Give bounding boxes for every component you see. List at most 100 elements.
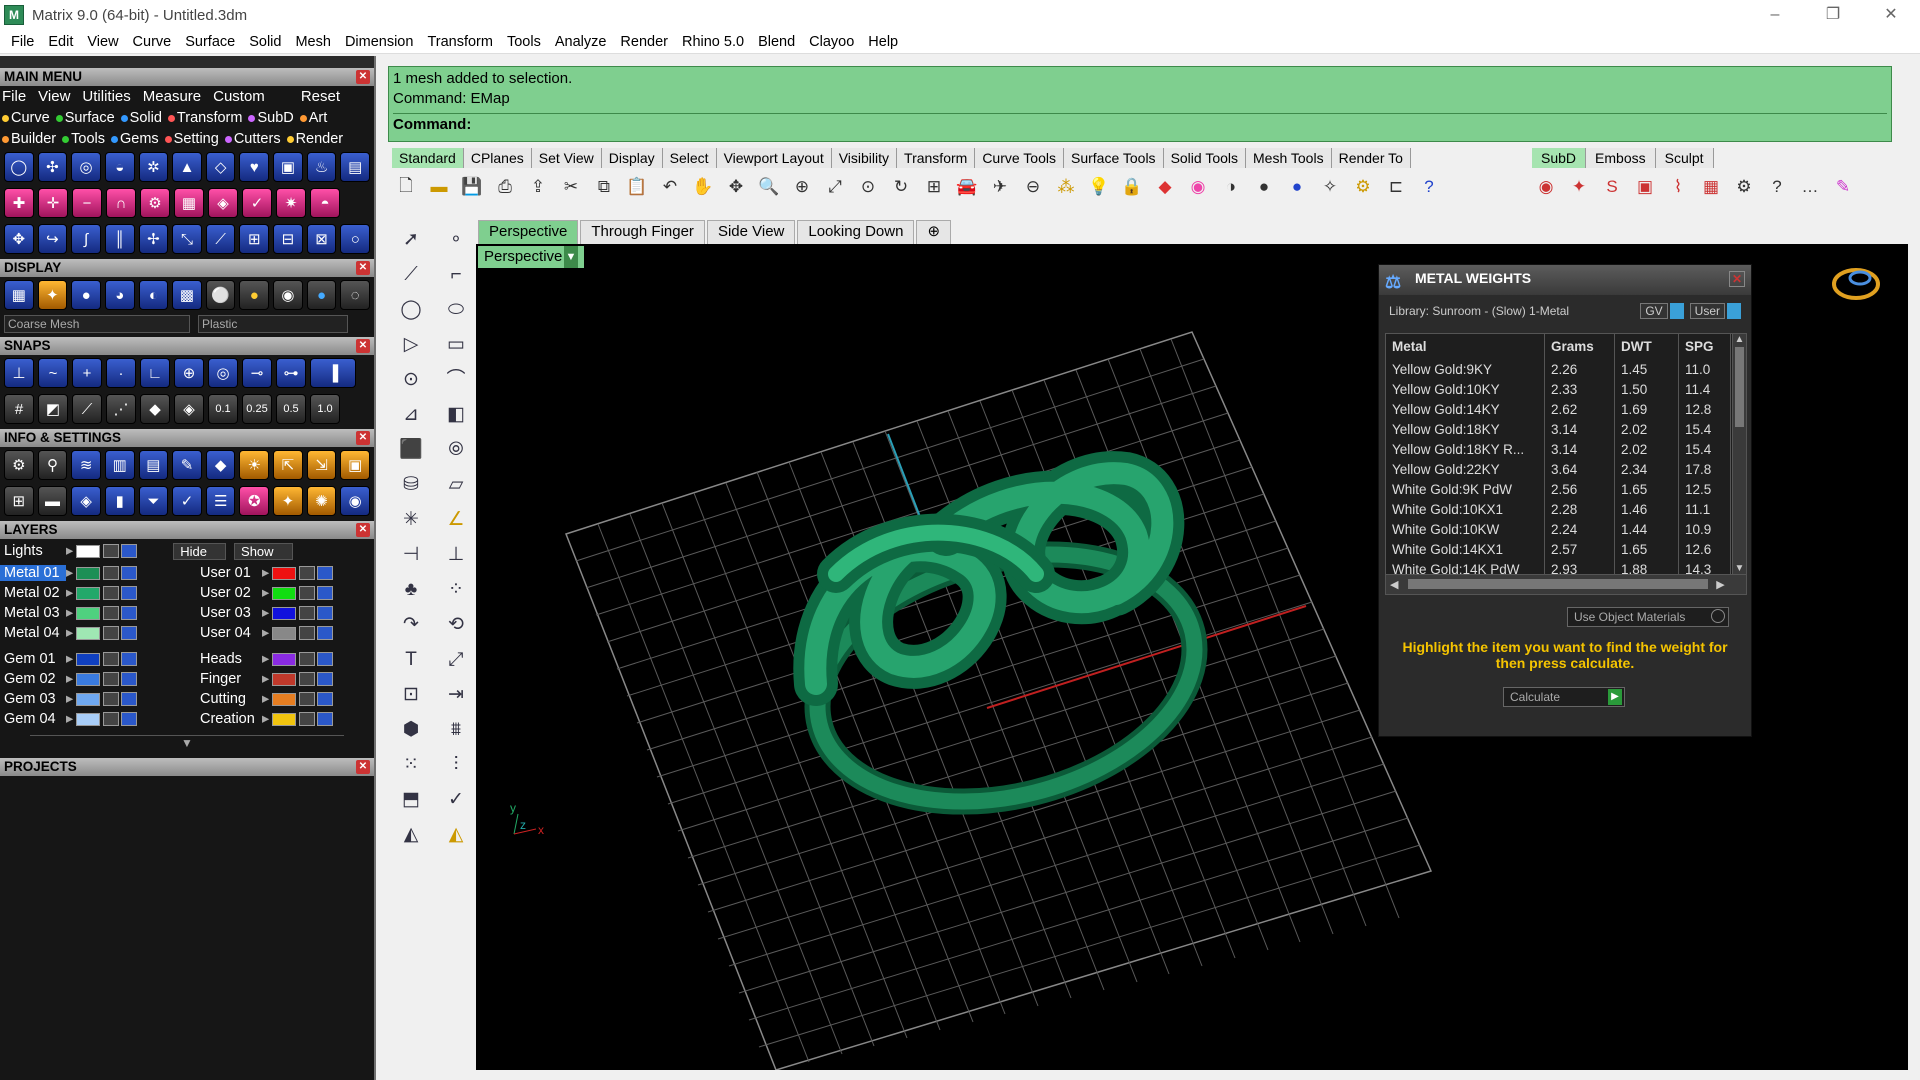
layer-row[interactable]: Creation ▸	[186, 709, 372, 729]
picture-icon[interactable]: ▣	[340, 450, 371, 480]
mm-render[interactable]: Render	[286, 131, 343, 147]
subd-crease-icon[interactable]: S	[1598, 173, 1626, 201]
close-icon[interactable]: ✕	[356, 760, 370, 774]
mm-view[interactable]: View	[38, 88, 70, 105]
scale-1d-icon[interactable]: ⤢	[434, 642, 478, 677]
snap-toggle-icon[interactable]: ▐	[310, 358, 356, 388]
tab-surface-tools[interactable]: Surface Tools	[1063, 148, 1164, 168]
minimize-panel-icon[interactable]: ▬	[37, 486, 68, 516]
zoom-selected-icon[interactable]: ⊙	[854, 173, 882, 201]
ortho-icon[interactable]: ◩	[38, 394, 68, 424]
array-icon[interactable]: ⁙	[388, 747, 434, 782]
new-file-icon[interactable]: 🗋	[392, 173, 420, 201]
mm-cutters[interactable]: Cutters	[224, 131, 281, 147]
plus-tool-icon[interactable]: ✚	[4, 188, 34, 218]
close-icon[interactable]: ✕	[1729, 271, 1745, 287]
bend-icon[interactable]: ↷	[388, 607, 434, 642]
mesh-quality-select[interactable]: Coarse Mesh	[4, 315, 190, 333]
burst-icon[interactable]: ✺	[306, 486, 337, 516]
close-icon[interactable]: ✕	[356, 70, 370, 84]
tab-render-tools[interactable]: Render To	[1331, 148, 1411, 168]
hide-button[interactable]: Hide	[173, 542, 227, 560]
point-icon[interactable]: ∘	[434, 222, 478, 257]
command-prompt[interactable]: Command:	[393, 113, 1887, 133]
snap-point-icon[interactable]: ·	[106, 358, 136, 388]
tab-subd[interactable]: SubD	[1532, 148, 1587, 168]
view-icon[interactable]: ◉	[340, 486, 371, 516]
import-icon[interactable]: ⇲	[306, 450, 337, 480]
solid-box-icon[interactable]: ⬢	[388, 712, 434, 747]
table-row[interactable]: Yellow Gold:9KY 2.26 1.45 11.0	[1386, 360, 1746, 380]
ruler-icon[interactable]: ⩩	[434, 712, 478, 747]
snap-mid-icon[interactable]: ⊸	[242, 358, 272, 388]
maximize-button[interactable]: ❐	[1804, 0, 1862, 30]
menu-file[interactable]: File	[4, 34, 41, 50]
snap-cross-icon[interactable]: +	[72, 358, 102, 388]
tab-perspective[interactable]: Perspective	[478, 220, 579, 244]
layer-row[interactable]: Metal 02 ▸	[0, 583, 186, 603]
array-tool-icon[interactable]: ⊠	[306, 224, 337, 254]
tab-looking-down[interactable]: Looking Down	[797, 220, 915, 244]
menu-analyze[interactable]: Analyze	[548, 34, 614, 50]
layer-row[interactable]: Gem 03 ▸	[0, 689, 186, 709]
calculate-button[interactable]: Calculate ▶	[1503, 687, 1625, 707]
snap-val-3[interactable]: 0.5	[276, 394, 306, 424]
close-icon[interactable]: ✕	[356, 431, 370, 445]
layer-row[interactable]: Metal 01 ▸	[0, 563, 186, 583]
rendered-sphere-icon[interactable]: ●	[1250, 173, 1278, 201]
table-row[interactable]: Yellow Gold:22KY 3.64 2.34 17.8	[1386, 460, 1746, 480]
paint-icon[interactable]: ◭	[434, 817, 478, 852]
light-icon[interactable]: ✦	[37, 280, 68, 310]
snap-val-1[interactable]: 0.1	[208, 394, 238, 424]
snap-quad-icon[interactable]: ◎	[208, 358, 238, 388]
layer-row[interactable]: Heads ▸	[186, 649, 372, 669]
curve-points-icon[interactable]: ⌐	[434, 257, 478, 292]
ghosted-icon[interactable]: ◐	[138, 280, 169, 310]
arrows-tool-icon[interactable]: ✢	[138, 224, 169, 254]
smart-track-icon[interactable]: ⋰	[106, 394, 136, 424]
menu-edit[interactable]: Edit	[41, 34, 80, 50]
rectangle-icon[interactable]: ▭	[434, 327, 478, 362]
trim-icon[interactable]: ⊣	[388, 537, 434, 572]
band-tool-icon[interactable]: ◒	[104, 152, 135, 182]
close-button[interactable]: ✕	[1862, 0, 1920, 30]
star-icon[interactable]: ✦	[273, 486, 303, 516]
lock-icon[interactable]: 🔒	[1118, 173, 1146, 201]
extrude-icon[interactable]: ⬒	[388, 782, 434, 817]
scale-tool-icon[interactable]: ⤡	[172, 224, 202, 254]
subd-ball-icon[interactable]: ◉	[1532, 173, 1560, 201]
gumball-tool-icon[interactable]: ✳	[388, 502, 434, 537]
mm-art[interactable]: Art	[299, 110, 327, 126]
user-indicator[interactable]	[1727, 303, 1741, 319]
remove-point-icon[interactable]: −	[72, 188, 102, 218]
undo-icon[interactable]: ↶	[656, 173, 684, 201]
settings-icon[interactable]: ⚙	[4, 450, 34, 480]
blue-sphere-icon[interactable]: ●	[306, 280, 337, 310]
user-toggle[interactable]: User	[1689, 303, 1725, 319]
layer-row[interactable]: Cutting ▸	[186, 689, 372, 709]
snap-end-icon[interactable]: ⊥	[4, 358, 34, 388]
menu-blend[interactable]: Blend	[751, 34, 802, 50]
menu-rhino5[interactable]: Rhino 5.0	[675, 34, 751, 50]
tab-set-view[interactable]: Set View	[531, 148, 602, 168]
techn-icon[interactable]: ▩	[172, 280, 202, 310]
add-tab-icon[interactable]: ⊕	[916, 220, 952, 244]
snap-val-2[interactable]: 0.25	[242, 394, 272, 424]
box-icon[interactable]: ⬛	[388, 432, 434, 467]
window-icon[interactable]: ⊞	[4, 486, 34, 516]
add-point-icon[interactable]: ✛	[38, 188, 68, 218]
tab-cplanes[interactable]: CPlanes	[463, 148, 532, 168]
move-tool-icon[interactable]: ✥	[4, 224, 34, 254]
table-row[interactable]: White Gold:10KW 2.24 1.44 10.9	[1386, 520, 1746, 540]
rotate-view-icon[interactable]: ↻	[887, 173, 915, 201]
ring-outline-icon[interactable]: ○	[340, 224, 371, 254]
menu-transform[interactable]: Transform	[420, 34, 500, 50]
circle-tool-icon[interactable]: ◯	[4, 152, 34, 182]
menu-help[interactable]: Help	[861, 34, 905, 50]
mm-transform[interactable]: Transform	[167, 110, 242, 126]
layer-row[interactable]: Gem 01 ▸	[0, 649, 186, 669]
plane-tool-icon[interactable]: ▱	[434, 467, 478, 502]
edit-icon[interactable]: ✎	[172, 450, 202, 480]
table-row[interactable]: Yellow Gold:10KY 2.33 1.50 11.4	[1386, 380, 1746, 400]
stack-icon[interactable]: ⫶	[434, 747, 478, 782]
